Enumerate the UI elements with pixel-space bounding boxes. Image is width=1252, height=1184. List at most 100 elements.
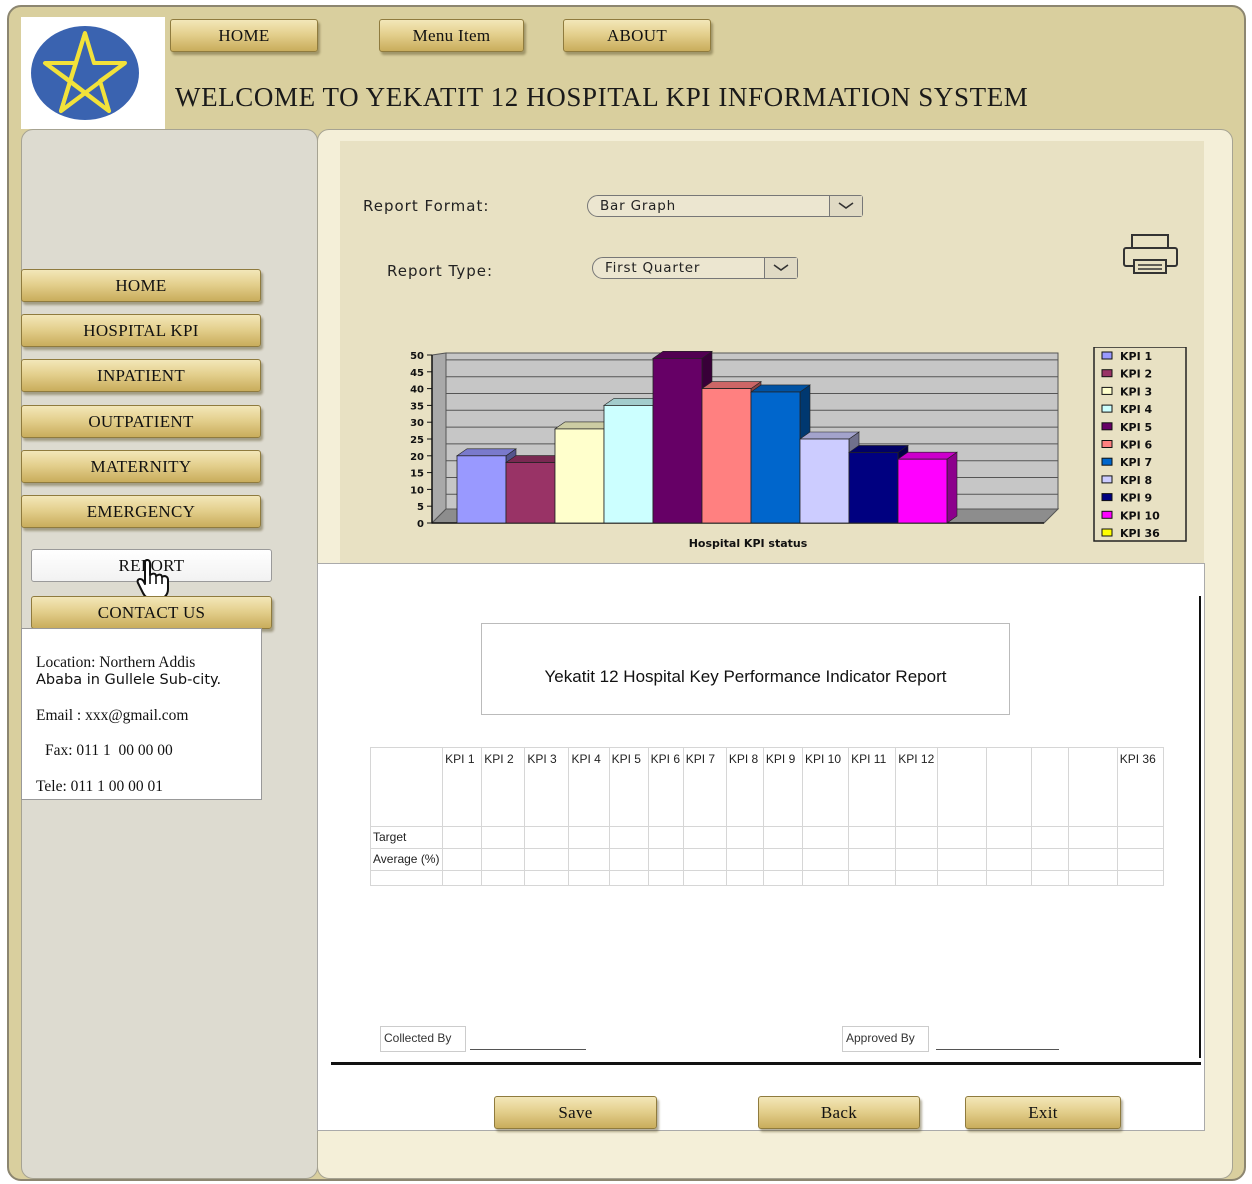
document-edge — [1199, 596, 1201, 1058]
approved-by-label: Approved By — [842, 1026, 929, 1052]
ethiopian-star-emblem-icon — [31, 26, 139, 120]
chart-legend-swatch — [1101, 422, 1113, 431]
chart-bar-top — [456, 448, 517, 457]
chart-bar — [750, 391, 801, 524]
chart-bar-top — [799, 431, 860, 440]
chart-legend-swatch — [1101, 528, 1113, 537]
table-header-cell: KPI 1 — [442, 747, 483, 827]
chevron-down-icon[interactable] — [764, 258, 797, 278]
report-format-label: Report Format: — [363, 197, 490, 215]
chart-x-label: Hospital KPI status — [689, 537, 808, 550]
table-header-cell — [1030, 747, 1069, 827]
document-edge — [331, 1062, 1201, 1065]
chart-bar — [554, 428, 605, 524]
chart-legend-swatch — [1101, 457, 1113, 466]
table-header-cell: KPI 5 — [608, 747, 649, 827]
nav-about-button[interactable]: ABOUT — [563, 19, 711, 52]
chart-bar — [603, 405, 654, 524]
report-title: Yekatit 12 Hospital Key Performance Indi… — [544, 667, 947, 686]
page-title: WELCOME TO YEKATIT 12 HOSPITAL KPI INFOR… — [175, 82, 1029, 112]
chart-bar-top — [701, 381, 762, 389]
report-type-label: Report Type: — [387, 262, 493, 280]
chart-bar-side — [946, 451, 958, 524]
chart-legend-label: KPI 8 — [1120, 474, 1152, 487]
save-button[interactable]: Save — [494, 1096, 657, 1129]
chart-bar — [652, 357, 703, 524]
table-header-cell: KPI 11 — [848, 747, 897, 827]
sidebar-item-emergency[interactable]: EMERGENCY — [21, 495, 261, 528]
row-label-average: Average (%) — [369, 848, 444, 871]
kpi-bar-chart: 0 5 10 15 20 25 30 35 40 45 50 Hospital KPI status K… — [410, 347, 1187, 550]
chart-legend-swatch — [1101, 440, 1113, 448]
table-header-cell: KPI 7 — [682, 747, 727, 827]
table-header-cell: KPI 6 — [647, 747, 684, 827]
back-button[interactable]: Back — [758, 1096, 920, 1129]
chart-y-tick-label: 0 — [417, 519, 424, 530]
sidebar-item-home[interactable]: HOME — [21, 269, 261, 302]
table-row — [369, 870, 1165, 886]
chart-legend-label: KPI 1 — [1120, 350, 1152, 363]
sidebar-item-outpatient[interactable]: OUTPATIENT — [21, 405, 261, 438]
contact-fax: Fax: 011 1 00 00 00 — [45, 742, 173, 759]
table-header-cell: KPI 3 — [524, 747, 570, 827]
report-type-select[interactable]: First Quarter — [592, 257, 798, 279]
collected-by-signature-line — [470, 1049, 586, 1050]
sidebar-item-inpatient[interactable]: INPATIENT — [21, 359, 261, 392]
row-label-empty — [369, 870, 444, 886]
report-type-value: First Quarter — [605, 260, 701, 276]
chart-legend-swatch — [1101, 386, 1113, 395]
row-label-target: Target — [369, 826, 444, 849]
contact-email: Email : xxx@gmail.com — [36, 707, 189, 724]
chart-legend-label: KPI 36 — [1120, 527, 1160, 540]
logo — [21, 17, 165, 129]
table-header-cell: KPI 9 — [762, 747, 804, 827]
printer-icon[interactable] — [1122, 233, 1179, 275]
chart-bar — [848, 452, 899, 524]
report-format-select[interactable]: Bar Graph — [587, 195, 863, 217]
chart-bar — [505, 462, 556, 524]
chart-bar-top — [750, 384, 811, 393]
chart-legend-label: KPI 2 — [1120, 368, 1152, 381]
report-title-box: Yekatit 12 Hospital Key Performance Indi… — [481, 623, 1010, 715]
report-format-value: Bar Graph — [600, 198, 676, 214]
chart-legend-swatch — [1101, 369, 1113, 378]
table-header-cell: KPI 2 — [481, 747, 526, 827]
contact-location-line2: Ababa in Gullele Sub-city. — [36, 672, 222, 688]
sidebar-item-maternity[interactable]: MATERNITY — [21, 450, 261, 483]
contact-location-line1: Location: Northern Addis — [36, 654, 196, 671]
table-header-cell: KPI 10 — [801, 747, 850, 827]
table-header-row: KPI 1 KPI 2 KPI 3 KPI 4 KPI 5 KPI 6 KPI … — [369, 747, 1165, 827]
table-row: Target — [369, 826, 1165, 849]
chart-legend-label: KPI 9 — [1120, 492, 1152, 505]
chart-legend-swatch — [1101, 351, 1113, 360]
chart-legend-swatch — [1101, 510, 1113, 519]
chart-bar — [799, 438, 850, 524]
sidebar-item-contact-us[interactable]: CONTACT US — [31, 596, 272, 629]
chart-legend-label: KPI 7 — [1120, 456, 1152, 469]
chart-legend-swatch — [1101, 475, 1113, 484]
chart-y-tick-label: 35 — [410, 401, 424, 412]
collected-by-label: Collected By — [380, 1026, 466, 1052]
chart-y-tick-label: 15 — [410, 469, 424, 480]
chart-legend-label: KPI 3 — [1120, 385, 1152, 398]
table-header-cell — [986, 747, 1032, 827]
chart-panel: Report Format: Bar Graph Report Type: Fi… — [340, 141, 1204, 565]
table-header-cell: KPI 8 — [725, 747, 764, 827]
table-header-cell — [369, 747, 444, 827]
nav-menu-item-button[interactable]: Menu Item — [379, 19, 524, 52]
table-header-cell: KPI 4 — [568, 747, 610, 827]
nav-home-button[interactable]: HOME — [170, 19, 318, 52]
exit-button[interactable]: Exit — [965, 1096, 1121, 1129]
sidebar-item-hospital-kpi[interactable]: HOSPITAL KPI — [21, 314, 261, 347]
chart-bar — [701, 388, 752, 524]
contact-tele: Tele: 011 1 00 00 01 — [36, 778, 164, 795]
approved-by-signature-line — [936, 1049, 1059, 1050]
table-header-cell — [937, 747, 988, 827]
chart-legend-label: KPI 10 — [1120, 509, 1160, 522]
chart-legend-swatch — [1101, 404, 1113, 413]
table-row: Average (%) — [369, 848, 1165, 871]
chevron-down-icon[interactable] — [829, 196, 862, 216]
chart-bar — [456, 455, 507, 524]
hand-pointer-icon — [136, 559, 169, 600]
chart-bar — [897, 458, 948, 524]
